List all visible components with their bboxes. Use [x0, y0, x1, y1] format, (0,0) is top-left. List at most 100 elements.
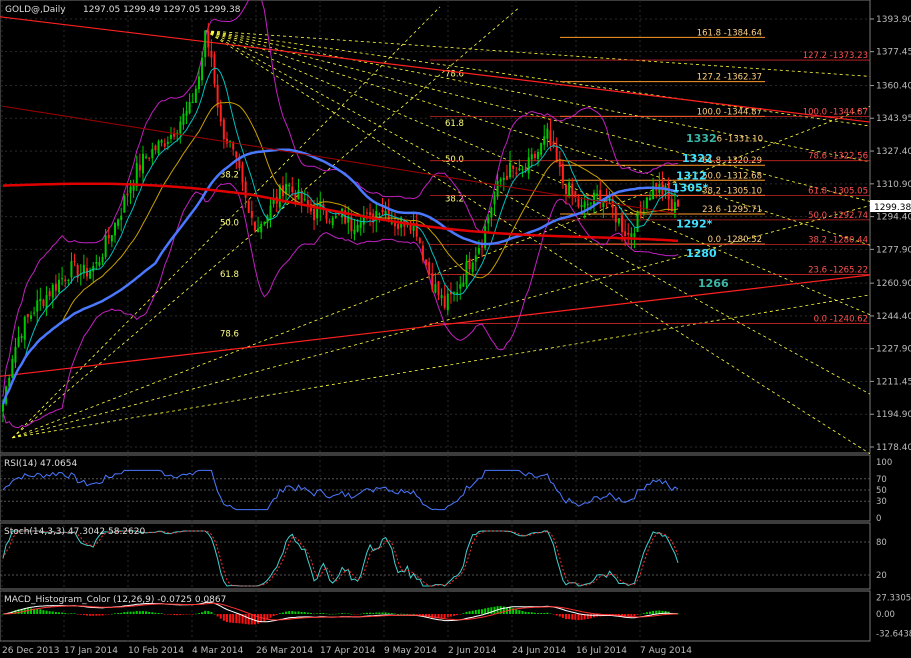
fib-trend-label: 0.0 -1240.62 [814, 314, 868, 324]
macd-histogram-bar [558, 614, 561, 617]
fib-trend-label: 127.2 -1373.23 [803, 51, 868, 61]
macd-histogram-bar [64, 613, 67, 614]
macd-histogram-bar [443, 614, 446, 619]
macd-histogram-bar [369, 612, 372, 614]
rsi-title: RSI(14) 47.0654 [4, 459, 77, 469]
candle-body [524, 168, 527, 170]
key-level-label: 1305* [672, 182, 709, 195]
macd-histogram-bar [194, 613, 197, 615]
candle-body [151, 149, 154, 159]
candle-body [39, 299, 42, 302]
macd-histogram-bar [381, 612, 384, 614]
candle-body [260, 223, 263, 233]
macd-histogram-bar [291, 611, 294, 614]
candle-body [437, 281, 440, 296]
macd-histogram-bar [649, 611, 652, 614]
macd-histogram-bar [247, 614, 250, 625]
macd-histogram-bar [169, 614, 172, 615]
macd-histogram-bar [446, 614, 449, 618]
candle-body [533, 153, 536, 159]
candle-body [157, 141, 160, 154]
macd-histogram-bar [166, 614, 169, 615]
candle-body [325, 210, 328, 220]
candle-body [425, 259, 428, 266]
candle-body [20, 336, 23, 338]
macd-histogram-bar [238, 614, 241, 624]
macd-histogram-bar [533, 612, 536, 614]
macd-histogram-bar [524, 611, 527, 614]
macd-histogram-bar [406, 613, 409, 615]
macd-histogram-bar [182, 614, 185, 615]
candle-body [61, 278, 64, 280]
macd-histogram-bar [390, 613, 393, 614]
macd-histogram-bar [453, 614, 456, 616]
macd-histogram-bar [365, 612, 368, 614]
candle-body [474, 255, 477, 262]
macd-histogram-bar [107, 614, 110, 615]
candle-body [502, 177, 505, 180]
candle-body [580, 204, 583, 207]
macd-histogram-bar [210, 611, 213, 614]
candle-body [135, 163, 138, 187]
time-axis-label: 2 Jun 2014 [448, 646, 497, 656]
candle-body [617, 218, 620, 224]
candle-body [36, 300, 39, 312]
candle-body [263, 222, 266, 224]
macd-histogram-bar [281, 612, 284, 614]
price-axis-label: 1393.90 [876, 15, 911, 25]
macd-histogram-bar [412, 613, 415, 615]
macd-histogram-bar [117, 613, 120, 614]
macd-histogram-bar [537, 613, 540, 614]
macd-histogram-bar [244, 614, 247, 625]
candle-body [95, 262, 98, 264]
candle-body [67, 280, 70, 282]
time-axis-label: 17 Jan 2014 [64, 646, 118, 656]
candle-body [138, 164, 141, 171]
macd-histogram-bar [29, 608, 32, 614]
time-axis: 26 Dec 2013 17 Jan 2014 10 Feb 2014 4 Mar 2… [2, 646, 692, 656]
macd-histogram-bar [297, 611, 300, 614]
macd-histogram-bar [393, 613, 396, 615]
macd-histogram-bar [82, 614, 85, 615]
candle-body [359, 221, 362, 228]
candle-body [89, 270, 92, 279]
macd-histogram-bar [285, 611, 288, 614]
macd-histogram-bar [36, 608, 39, 614]
price-axis: 1393.90 1377.45 1360.40 1343.95 1327.40 1310.… [870, 15, 911, 453]
macd-histogram-bar [356, 614, 359, 615]
key-level-label: 1280 [686, 247, 717, 260]
candle-body [291, 186, 294, 192]
candle-body [300, 191, 303, 203]
time-axis-label: 24 Jun 2014 [512, 646, 566, 656]
candle-body [207, 31, 210, 48]
price-axis-label: 1178.40 [876, 443, 911, 453]
macd-histogram-bar [101, 614, 104, 616]
macd-histogram-bar [257, 614, 260, 624]
candle-body [272, 199, 275, 204]
candle-body [70, 261, 73, 278]
candle-body [204, 30, 207, 58]
price-axis-label: 1377.45 [876, 48, 911, 58]
candle-body [677, 200, 679, 207]
macd-histogram-bar [316, 613, 319, 614]
macd-histogram-bar [306, 612, 309, 614]
candle-body [561, 163, 564, 183]
candle-body [543, 136, 546, 145]
macd-histogram-bar [456, 614, 459, 616]
candle-body [630, 233, 633, 237]
candle-body [624, 231, 627, 237]
macd-histogram-bar [185, 614, 188, 615]
candle-body [123, 196, 126, 213]
macd-histogram-bar [589, 614, 592, 619]
macd-histogram-bar [645, 612, 648, 614]
fib-trend-label: 23.6 -1265.22 [808, 266, 868, 276]
macd-histogram-bar [57, 612, 60, 614]
macd-histogram-bar [344, 613, 347, 615]
candle-body [540, 142, 543, 155]
macd-histogram-bar [639, 613, 642, 615]
candle-body [182, 113, 185, 125]
price-axis-label: 1360.40 [876, 82, 911, 92]
candle-body [639, 210, 642, 212]
candle-body [614, 207, 617, 223]
candle-body [421, 245, 424, 261]
